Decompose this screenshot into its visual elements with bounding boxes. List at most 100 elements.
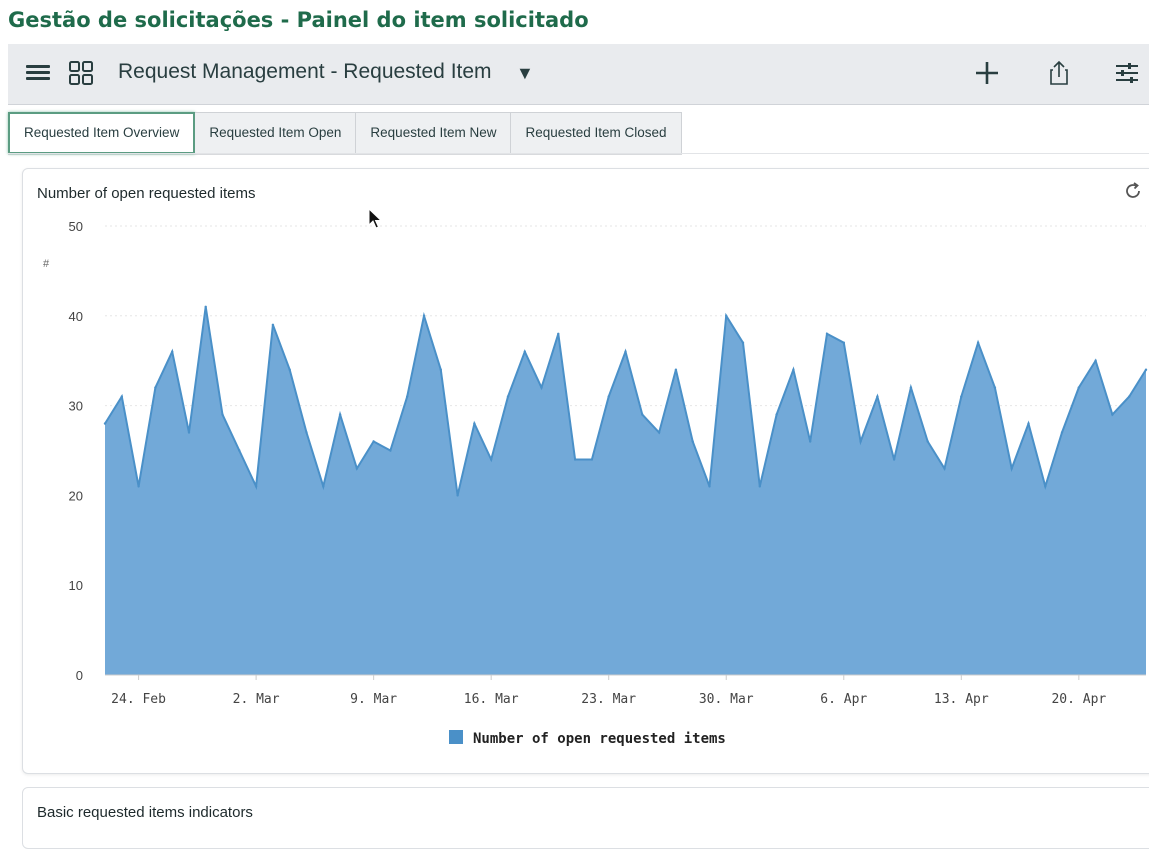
x-tick-label: 13. Apr xyxy=(934,692,989,707)
chart-widget: Number of open requested items 0 10 20 30 40… xyxy=(22,168,1149,774)
data-point xyxy=(254,485,258,488)
top-toolbar: Request Management - Requested Item ▼ xyxy=(8,44,1149,105)
data-point xyxy=(288,368,291,371)
series-area xyxy=(105,306,1146,675)
data-point xyxy=(1077,386,1081,389)
y-tick-label: 50 xyxy=(69,219,83,234)
data-point xyxy=(926,440,929,443)
data-point xyxy=(540,386,543,389)
mouse-cursor-icon xyxy=(368,208,382,229)
data-point xyxy=(590,458,594,461)
data-point xyxy=(976,341,980,344)
x-tick-label: 24. Feb xyxy=(111,692,166,707)
data-point xyxy=(422,314,426,317)
data-point xyxy=(809,440,812,443)
data-point xyxy=(238,449,241,452)
x-tick-label: 20. Apr xyxy=(1051,692,1106,707)
data-point xyxy=(1060,431,1064,434)
data-point xyxy=(389,449,392,452)
data-point xyxy=(1010,467,1013,470)
data-point xyxy=(792,368,795,371)
tab-requested-item-new[interactable]: Requested Item New xyxy=(356,112,512,154)
data-point xyxy=(725,314,728,317)
x-tick-label: 30. Mar xyxy=(699,692,754,707)
data-point xyxy=(439,368,442,371)
x-tick-label: 9. Mar xyxy=(350,692,397,707)
data-point xyxy=(490,458,493,461)
data-point xyxy=(171,350,174,353)
data-point xyxy=(355,467,359,470)
legend-label: Number of open requested items xyxy=(473,731,726,747)
share-icon[interactable] xyxy=(1044,58,1074,88)
tab-requested-item-overview[interactable]: Requested Item Overview xyxy=(8,112,196,154)
area-chart: 0 10 20 30 40 50 #24. Feb 2. Mar 9. Mar 16. Mar 23… xyxy=(43,219,1148,747)
x-tick-label: 16. Mar xyxy=(464,692,519,707)
data-point xyxy=(859,440,862,443)
data-point xyxy=(120,395,124,398)
data-point xyxy=(305,431,308,434)
data-point xyxy=(456,494,459,497)
data-point xyxy=(993,386,997,389)
data-point xyxy=(641,413,644,416)
data-point xyxy=(758,485,761,488)
tab-requested-item-closed[interactable]: Requested Item Closed xyxy=(511,112,682,154)
data-point xyxy=(557,332,560,335)
filter-icon[interactable] xyxy=(1112,58,1142,88)
data-point xyxy=(960,395,963,398)
data-point xyxy=(103,422,107,425)
data-point xyxy=(523,350,526,353)
data-point xyxy=(1111,413,1114,416)
data-point xyxy=(187,431,191,434)
data-point xyxy=(691,440,694,443)
y-tick-label: 10 xyxy=(69,578,83,593)
data-point xyxy=(473,422,476,425)
data-point xyxy=(825,332,829,335)
data-point xyxy=(204,305,207,308)
data-point xyxy=(1128,395,1131,398)
data-point xyxy=(338,413,342,416)
y-tick-label: 30 xyxy=(69,399,83,414)
x-tick-label: 2. Mar xyxy=(233,692,280,707)
data-point xyxy=(573,458,577,461)
dashboard-title[interactable]: Request Management - Requested Item xyxy=(118,60,492,84)
tab-requested-item-open[interactable]: Requested Item Open xyxy=(195,112,357,154)
menu-icon[interactable] xyxy=(26,62,50,86)
dashboard-tabs: Requested Item Overview Requested Item O… xyxy=(8,112,682,155)
legend-swatch xyxy=(449,730,463,744)
data-point xyxy=(741,341,745,344)
data-point xyxy=(221,413,224,416)
data-point xyxy=(1094,359,1097,362)
data-point xyxy=(137,485,140,488)
y-axis-label: # xyxy=(43,258,50,270)
plus-icon[interactable] xyxy=(972,58,1002,88)
tabs-divider xyxy=(8,153,1149,154)
y-tick-label: 0 xyxy=(76,668,83,683)
chevron-down-icon[interactable]: ▼ xyxy=(516,63,534,84)
data-point xyxy=(876,395,879,398)
y-tick-label: 20 xyxy=(69,488,83,503)
data-point xyxy=(943,467,946,470)
data-point xyxy=(154,386,157,389)
data-point xyxy=(1144,368,1148,371)
data-point xyxy=(624,350,627,353)
data-point xyxy=(271,323,275,326)
x-tick-label: 23. Mar xyxy=(581,692,636,707)
data-point xyxy=(657,431,661,434)
grid-icon[interactable] xyxy=(68,60,94,86)
y-tick-label: 40 xyxy=(69,309,83,324)
data-point xyxy=(1027,422,1030,425)
data-point xyxy=(406,395,409,398)
data-point xyxy=(372,440,375,443)
data-point xyxy=(1044,485,1047,488)
page-caption: Gestão de solicitações - Painel do item … xyxy=(8,8,589,32)
x-tick-label: 6. Apr xyxy=(820,692,867,707)
data-point xyxy=(775,413,778,416)
data-point xyxy=(322,485,325,488)
indicators-widget: Basic requested items indicators xyxy=(22,787,1149,849)
data-point xyxy=(506,395,510,398)
data-point xyxy=(909,386,913,389)
indicators-title: Basic requested items indicators xyxy=(37,804,253,821)
data-point xyxy=(674,368,678,371)
data-point xyxy=(892,458,896,461)
data-point xyxy=(708,485,711,488)
